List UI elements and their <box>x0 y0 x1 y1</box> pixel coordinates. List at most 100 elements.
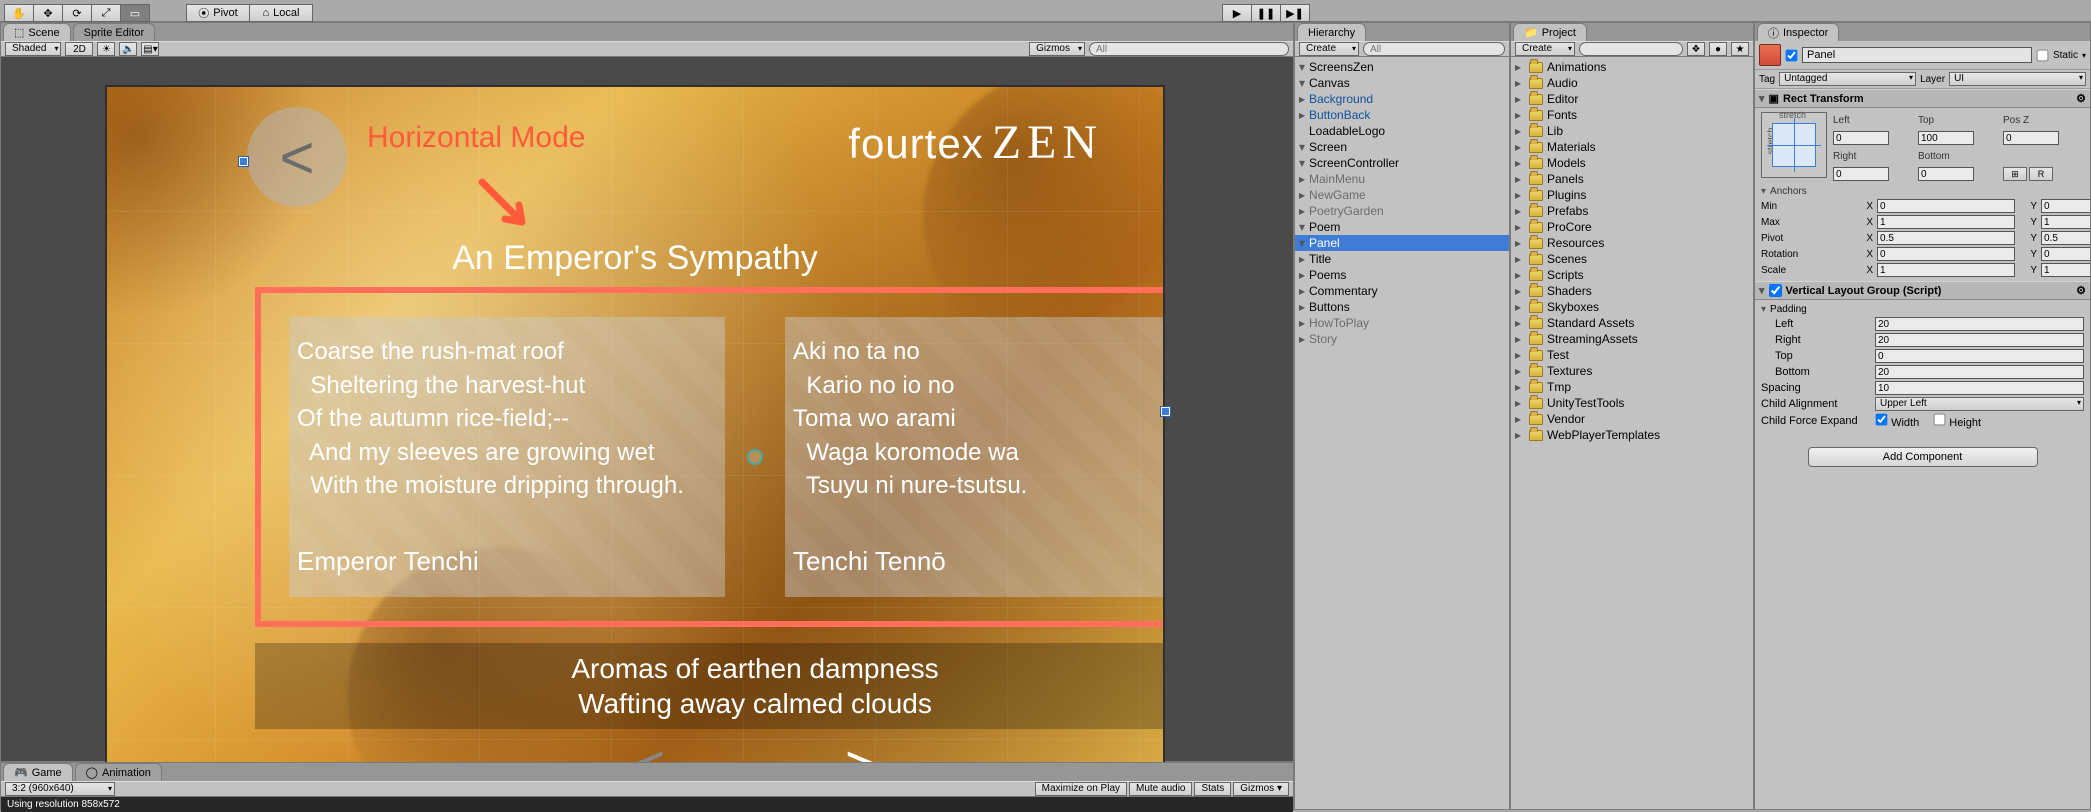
gizmos-dropdown[interactable]: Gizmos <box>1029 42 1085 56</box>
hierarchy-item[interactable]: Background <box>1295 91 1509 107</box>
foldout-arrow-icon[interactable] <box>1515 108 1525 122</box>
foldout-arrow-icon[interactable] <box>1515 412 1525 426</box>
selection-handle[interactable] <box>239 157 248 166</box>
foldout-arrow-icon[interactable] <box>1515 396 1525 410</box>
render-mode-dropdown[interactable]: Shaded <box>5 42 61 56</box>
child-alignment-dropdown[interactable]: Upper Left <box>1875 397 2084 411</box>
hierarchy-tree[interactable]: ScreensZenCanvasBackgroundButtonBackLoad… <box>1295 57 1509 809</box>
project-folder[interactable]: Vendor <box>1511 411 1753 427</box>
rot-x[interactable] <box>1877 247 2015 261</box>
project-folder[interactable]: StreamingAssets <box>1511 331 1753 347</box>
foldout-arrow-icon[interactable] <box>1299 140 1309 154</box>
hierarchy-item[interactable]: Story <box>1295 331 1509 347</box>
scene-search[interactable] <box>1089 42 1289 56</box>
project-folder[interactable]: Materials <box>1511 139 1753 155</box>
project-folder[interactable]: Plugins <box>1511 187 1753 203</box>
cfe-height-checkbox[interactable] <box>1934 414 1946 426</box>
project-list[interactable]: AnimationsAudioEditorFontsLibMaterialsMo… <box>1511 57 1753 809</box>
pad-top[interactable] <box>1875 349 2084 363</box>
project-folder[interactable]: Scenes <box>1511 251 1753 267</box>
foldout-arrow-icon[interactable] <box>1515 300 1525 314</box>
foldout-arrow-icon[interactable] <box>1515 92 1525 106</box>
hierarchy-item[interactable]: PoetryGarden <box>1295 203 1509 219</box>
hierarchy-item[interactable]: Commentary <box>1295 283 1509 299</box>
foldout-arrow-icon[interactable] <box>1299 60 1309 74</box>
move-tool[interactable]: ✥ <box>33 4 63 22</box>
foldout-arrow-icon[interactable] <box>1299 220 1309 234</box>
pad-right[interactable] <box>1875 333 2084 347</box>
project-folder[interactable]: Models <box>1511 155 1753 171</box>
foldout-arrow-icon[interactable] <box>1515 140 1525 154</box>
tab-project[interactable]: 📁Project <box>1513 23 1587 41</box>
project-folder[interactable]: Skyboxes <box>1511 299 1753 315</box>
hierarchy-search[interactable] <box>1363 42 1505 56</box>
pivot-y[interactable] <box>2041 231 2090 245</box>
project-folder[interactable]: Editor <box>1511 91 1753 107</box>
hierarchy-item[interactable]: ScreenController <box>1295 155 1509 171</box>
gameobject-active-checkbox[interactable] <box>1786 49 1798 61</box>
project-star-icon[interactable]: ★ <box>1731 42 1749 56</box>
foldout-arrow-icon[interactable] <box>1515 332 1525 346</box>
project-folder[interactable]: Scripts <box>1511 267 1753 283</box>
foldout-arrow-icon[interactable] <box>1299 332 1309 346</box>
foldout-arrow-icon[interactable] <box>1299 76 1309 90</box>
pivot-x[interactable] <box>1877 231 2015 245</box>
project-folder[interactable]: Audio <box>1511 75 1753 91</box>
foldout-arrow-icon[interactable] <box>1299 156 1309 170</box>
game-aspect-dropdown[interactable]: 3:2 (960x640) <box>5 782 115 796</box>
anchor-max-y[interactable] <box>2041 215 2090 229</box>
hierarchy-item[interactable]: Panel <box>1295 235 1509 251</box>
scene-view[interactable]: < Horizontal Mode fourtexZEN An Emperor'… <box>1 57 1293 761</box>
rt-right[interactable] <box>1833 167 1889 181</box>
foldout-arrow-icon[interactable] <box>1515 204 1525 218</box>
hierarchy-item[interactable]: Screen <box>1295 139 1509 155</box>
foldout-arrow-icon[interactable] <box>1515 76 1525 90</box>
project-folder[interactable]: Tmp <box>1511 379 1753 395</box>
local-toggle[interactable]: ⌂Local <box>249 4 313 22</box>
rt-bottom[interactable] <box>1918 167 1974 181</box>
foldout-arrow-icon[interactable] <box>1515 252 1525 266</box>
gameobject-icon[interactable] <box>1759 44 1781 66</box>
foldout-arrow-icon[interactable] <box>1515 188 1525 202</box>
hierarchy-item[interactable]: Buttons <box>1295 299 1509 315</box>
foldout-arrow-icon[interactable] <box>1299 92 1309 106</box>
blueprint-mode-button[interactable]: ⊞ <box>2003 167 2027 181</box>
hierarchy-create-dropdown[interactable]: Create <box>1299 42 1359 56</box>
raw-edit-button[interactable]: R <box>2029 167 2053 181</box>
scene-light-toggle[interactable]: ☀ <box>97 42 115 56</box>
hierarchy-item[interactable]: HowToPlay <box>1295 315 1509 331</box>
pause-button[interactable]: ❚❚ <box>1251 4 1281 22</box>
hand-tool[interactable]: ✋ <box>4 4 34 22</box>
hierarchy-item[interactable]: Poem <box>1295 219 1509 235</box>
pad-bottom[interactable] <box>1875 365 2084 379</box>
project-folder[interactable]: Animations <box>1511 59 1753 75</box>
foldout-arrow-icon[interactable] <box>1515 428 1525 442</box>
project-folder[interactable]: Panels <box>1511 171 1753 187</box>
foldout-arrow-icon[interactable] <box>1299 268 1309 282</box>
hierarchy-item[interactable]: Title <box>1295 251 1509 267</box>
foldout-arrow-icon[interactable] <box>1299 284 1309 298</box>
anchor-max-x[interactable] <box>1877 215 2015 229</box>
project-folder[interactable]: UnityTestTools <box>1511 395 1753 411</box>
tab-sprite-editor[interactable]: Sprite Editor <box>73 23 156 41</box>
project-label-icon[interactable]: ● <box>1709 42 1727 56</box>
transform-gizmo-icon[interactable] <box>747 449 763 465</box>
back-button[interactable]: < <box>247 107 347 207</box>
rt-left[interactable] <box>1833 131 1889 145</box>
stats-toggle[interactable]: Stats <box>1194 782 1231 796</box>
foldout-arrow-icon[interactable] <box>1515 268 1525 282</box>
anchor-min-x[interactable] <box>1877 199 2015 213</box>
hierarchy-item[interactable]: ButtonBack <box>1295 107 1509 123</box>
play-button[interactable]: ▶ <box>1222 4 1252 22</box>
foldout-arrow-icon[interactable] <box>1515 364 1525 378</box>
foldout-arrow-icon[interactable] <box>1299 300 1309 314</box>
spacing-field[interactable] <box>1875 381 2084 395</box>
foldout-arrow-icon[interactable] <box>1515 380 1525 394</box>
padding-foldout[interactable]: Padding <box>1761 304 2084 315</box>
scale-y[interactable] <box>2041 263 2090 277</box>
gear-icon[interactable]: ⚙ <box>2076 284 2086 297</box>
scale-tool[interactable]: ⤢ <box>91 4 121 22</box>
project-create-dropdown[interactable]: Create <box>1515 42 1575 56</box>
project-search[interactable] <box>1579 42 1683 56</box>
project-folder[interactable]: Shaders <box>1511 283 1753 299</box>
